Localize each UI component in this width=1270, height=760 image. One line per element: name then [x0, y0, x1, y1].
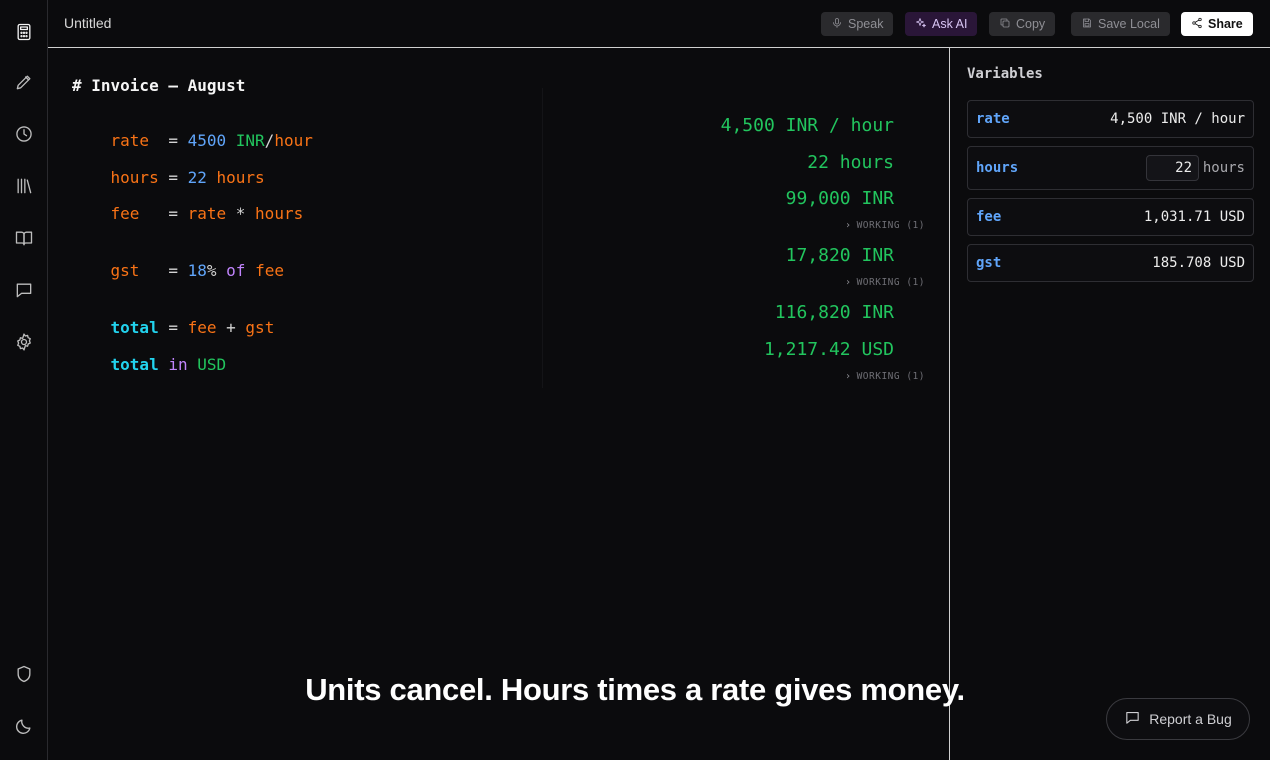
chevron-right-icon: ›	[845, 220, 852, 231]
copy-icon	[999, 17, 1011, 32]
variable-name: fee	[976, 209, 1002, 225]
left-rail	[0, 0, 48, 760]
variable-name: gst	[976, 255, 1002, 271]
heading-line[interactable]: # Invoice — August	[72, 76, 245, 95]
result-gst: 17,820 INR	[785, 245, 894, 266]
share-label: Share	[1208, 17, 1243, 31]
result-fee: 99,000 INR	[785, 188, 894, 209]
chevron-right-icon: ›	[845, 277, 852, 288]
working-toggle-total-usd[interactable]: › WORKING (1)	[845, 371, 925, 382]
save-local-button[interactable]: Save Local	[1071, 12, 1170, 36]
editor-line-total-usd[interactable]: total in USD	[72, 336, 227, 393]
copy-button[interactable]: Copy	[989, 12, 1056, 36]
moon-icon[interactable]	[12, 714, 36, 738]
variables-title: Variables	[967, 66, 1043, 82]
top-bar: Untitled Speak Ask AI Copy Save Local Sh…	[48, 0, 1270, 48]
variable-value: 185.708 USD	[1152, 255, 1245, 271]
ask-ai-label: Ask AI	[932, 17, 968, 31]
variables-panel: Variables rate 4,500 INR / hour hours 22…	[951, 48, 1270, 760]
editor-line-fee[interactable]: fee = rate * hours	[72, 185, 304, 242]
share-button[interactable]: Share	[1181, 12, 1253, 36]
variable-unit: hours	[1202, 160, 1245, 176]
shield-icon[interactable]	[12, 662, 36, 686]
calculator-icon[interactable]	[12, 20, 36, 44]
clock-icon[interactable]	[12, 122, 36, 146]
working-toggle-gst[interactable]: › WORKING (1)	[845, 277, 925, 288]
save-local-label: Save Local	[1098, 17, 1160, 31]
result-total: 116,820 INR	[774, 302, 894, 323]
microphone-icon	[831, 17, 843, 32]
variable-card-gst[interactable]: gst 185.708 USD	[967, 244, 1254, 282]
report-bug-label: Report a Bug	[1149, 711, 1232, 727]
share-icon	[1191, 17, 1203, 32]
chevron-right-icon: ›	[845, 371, 852, 382]
speak-button[interactable]: Speak	[821, 12, 894, 36]
message-square-icon	[1124, 709, 1141, 729]
result-total-usd: 1,217.42 USD	[763, 339, 894, 360]
pencil-icon[interactable]	[12, 70, 36, 94]
gear-icon[interactable]	[12, 330, 36, 354]
editor[interactable]: # Invoice — August rate = 4500 INR/hour …	[48, 48, 950, 760]
working-toggle-fee[interactable]: › WORKING (1)	[845, 220, 925, 231]
variable-card-rate[interactable]: rate 4,500 INR / hour	[967, 100, 1254, 138]
editor-line-gst[interactable]: gst = 18% of fee	[72, 242, 284, 299]
copy-label: Copy	[1016, 17, 1046, 31]
report-bug-button[interactable]: Report a Bug	[1106, 698, 1250, 740]
column-divider	[542, 88, 543, 388]
variable-card-hours[interactable]: hours 22 hours	[967, 146, 1254, 190]
result-rate: 4,500 INR / hour	[720, 115, 894, 136]
variable-name: hours	[976, 160, 1019, 176]
variable-value: 4,500 INR / hour	[1110, 111, 1245, 127]
document-title[interactable]: Untitled	[64, 15, 111, 31]
sparkle-icon	[915, 17, 927, 32]
library-icon[interactable]	[12, 174, 36, 198]
variable-card-fee[interactable]: fee 1,031.71 USD	[967, 198, 1254, 236]
speak-label: Speak	[848, 17, 884, 31]
chat-icon[interactable]	[12, 278, 36, 302]
variable-value: 1,031.71 USD	[1143, 209, 1245, 225]
book-icon[interactable]	[12, 226, 36, 250]
ask-ai-button[interactable]: Ask AI	[905, 12, 978, 36]
result-hours: 22 hours	[807, 152, 894, 173]
save-icon	[1081, 17, 1093, 32]
variable-name: rate	[976, 111, 1010, 127]
hours-value-input[interactable]: 22	[1146, 155, 1199, 181]
